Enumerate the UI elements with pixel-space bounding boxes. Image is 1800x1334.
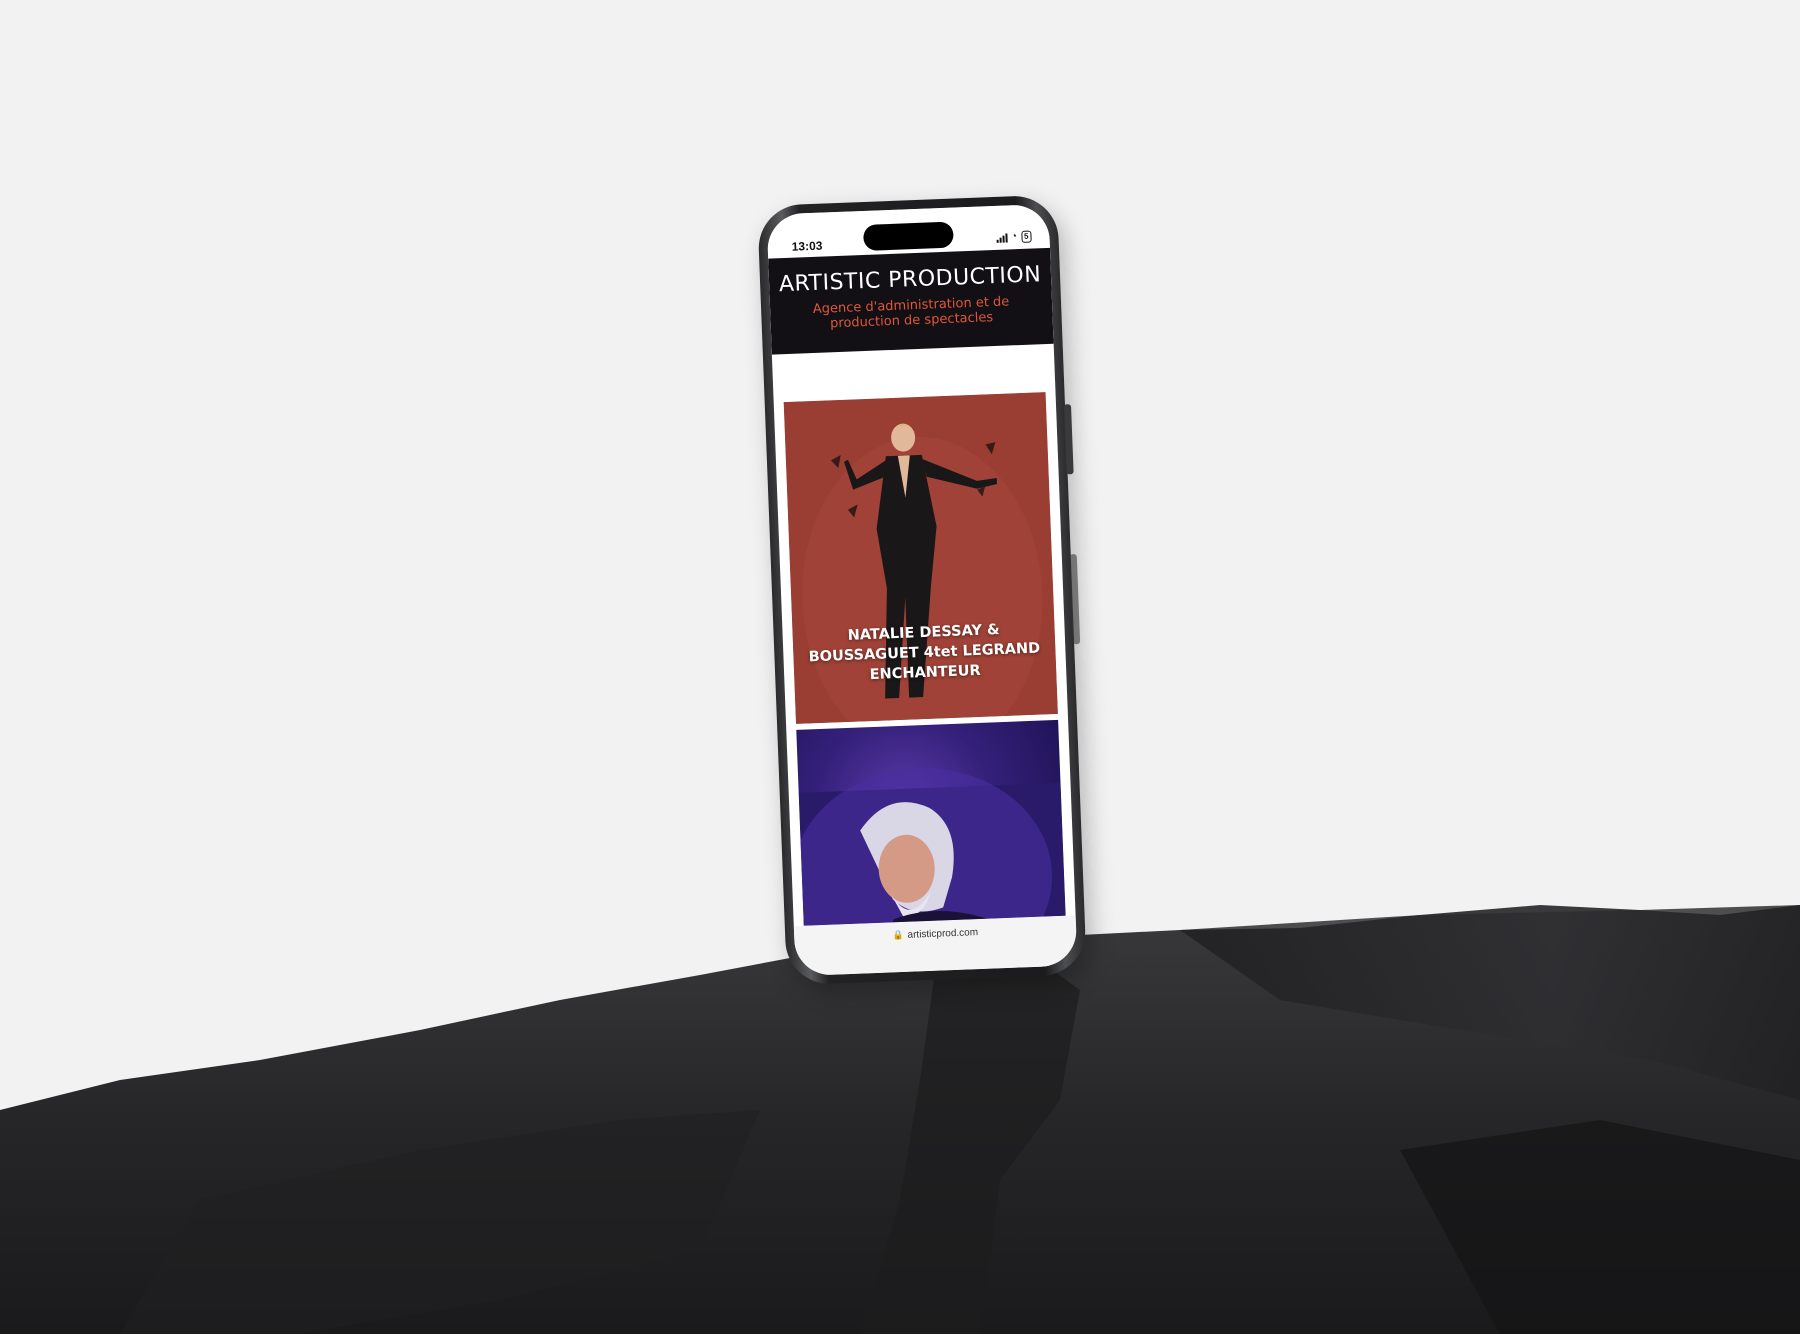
site-header: ARTISTIC PRODUCTION Agence d'administrat…: [768, 247, 1054, 355]
site-title[interactable]: ARTISTIC PRODUCTION: [769, 262, 1052, 298]
signal-icon: [996, 232, 1008, 243]
url-display[interactable]: 🔒 artisticprod.com: [892, 927, 978, 941]
status-time: 13:03: [791, 238, 823, 254]
phone-mockup: 13:03 ◔ 5 ARTISTIC PRODUCTION Agence d'a…: [757, 194, 1087, 986]
battery-icon: 5: [1020, 230, 1032, 243]
site-subtitle: Agence d'administration et de production…: [812, 294, 1010, 332]
card-photo-musician: [796, 768, 1066, 926]
show-card-natalie-dessay[interactable]: NATALIE DESSAY & BOUSSAGUET 4tet LEGRAND…: [783, 392, 1058, 724]
status-icons: ◔ 5: [996, 230, 1032, 244]
url-text: artisticprod.com: [907, 927, 979, 941]
wifi-icon: ◔: [1010, 231, 1018, 243]
dynamic-island: [862, 221, 954, 251]
show-card-second[interactable]: [796, 719, 1066, 926]
lock-icon: 🔒: [892, 929, 904, 941]
card-title: NATALIE DESSAY & BOUSSAGUET 4tet LEGRAND…: [808, 622, 1041, 684]
phone-screen: 13:03 ◔ 5 ARTISTIC PRODUCTION Agence d'a…: [766, 203, 1078, 977]
